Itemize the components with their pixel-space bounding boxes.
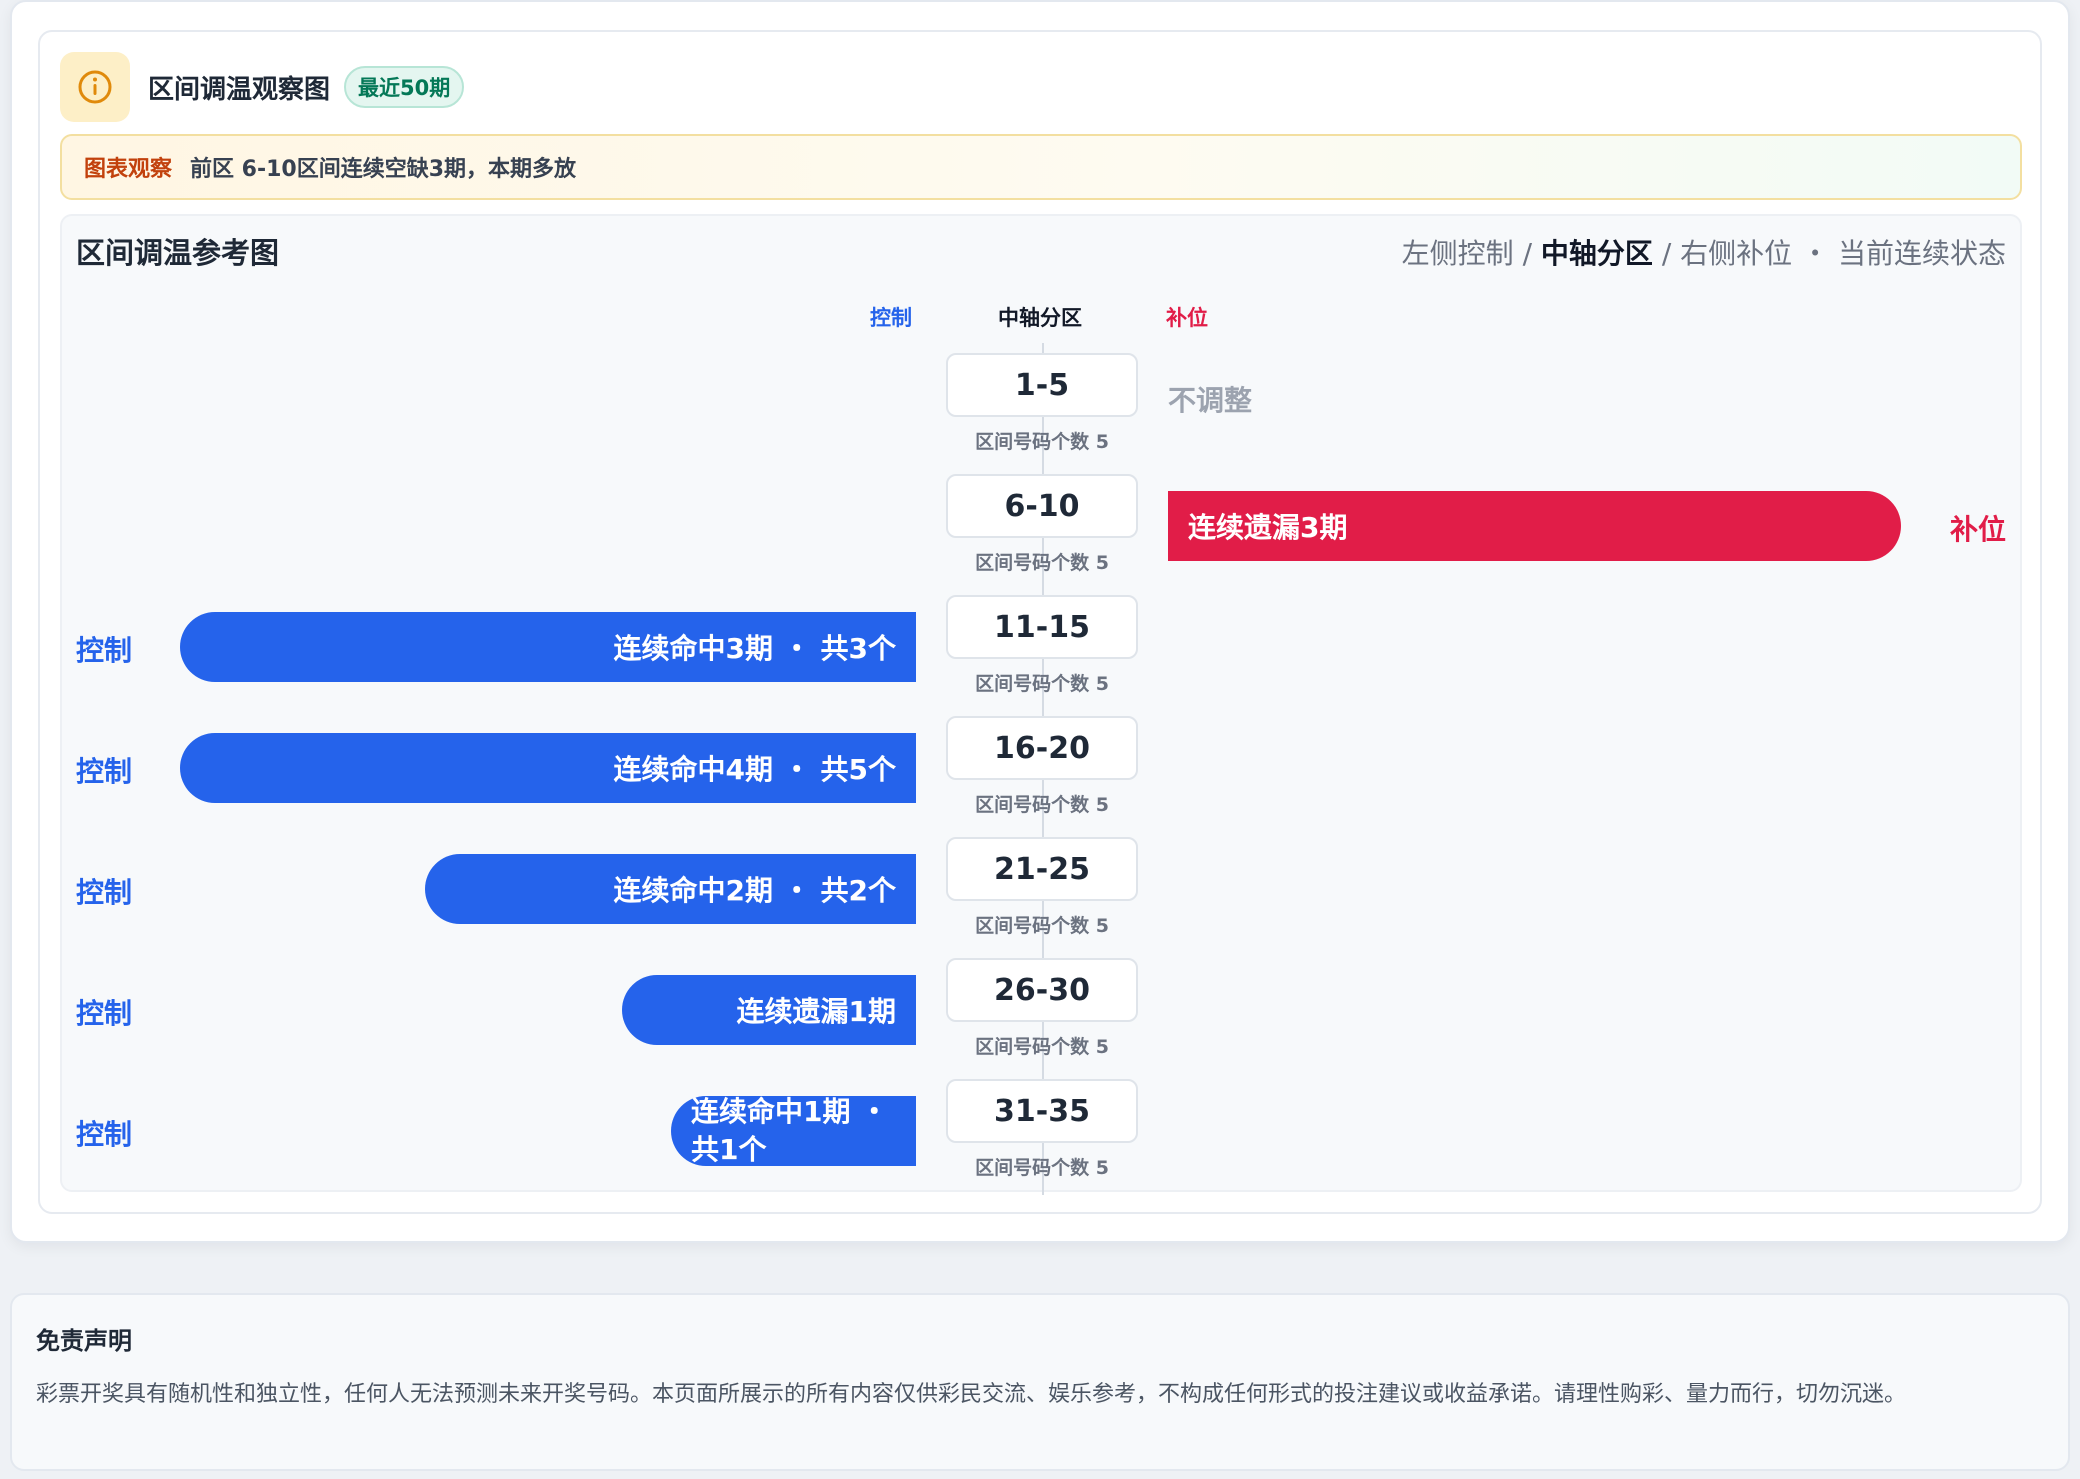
zone-label: 26-30 bbox=[946, 958, 1138, 1022]
observation-text: 前区 6-10区间连续空缺3期，本期多放 bbox=[190, 157, 577, 182]
col-head-control: 控制 bbox=[870, 306, 912, 330]
zone-label: 11-15 bbox=[946, 595, 1138, 659]
zone-count: 区间号码个数 5 bbox=[975, 794, 1109, 816]
fill-bar: 连续遗漏3期 bbox=[1168, 491, 1901, 561]
control-label: 控制 bbox=[76, 634, 133, 667]
legend-dot: ・ bbox=[1792, 237, 1838, 270]
observation-label: 图表观察 bbox=[84, 157, 173, 182]
zone-label: 16-20 bbox=[946, 716, 1138, 780]
legend-right: 右侧补位 bbox=[1680, 237, 1793, 270]
zone-count: 区间号码个数 5 bbox=[975, 673, 1109, 695]
zone-label: 1-5 bbox=[946, 353, 1138, 417]
disclaimer-text: 彩票开奖具有随机性和独立性，任何人无法预测未来开奖号码。本页面所展示的所有内容仅… bbox=[36, 1382, 1907, 1407]
zone-count: 区间号码个数 5 bbox=[975, 431, 1109, 453]
control-bar: 连续命中3期 ・ 共3个 bbox=[180, 612, 916, 682]
legend-sep: / bbox=[1652, 237, 1681, 270]
legend-sep: / bbox=[1513, 237, 1541, 270]
col-head-axis: 中轴分区 bbox=[998, 306, 1082, 330]
period-badge: 最近50期 bbox=[344, 66, 465, 108]
chart-title: 区间调温参考图 bbox=[76, 236, 280, 270]
control-bar: 连续遗漏1期 bbox=[622, 975, 916, 1045]
legend-mid: 中轴分区 bbox=[1540, 237, 1653, 270]
control-bar: 连续命中4期 ・ 共5个 bbox=[180, 733, 916, 803]
control-label: 控制 bbox=[76, 997, 133, 1030]
zone-count: 区间号码个数 5 bbox=[975, 552, 1109, 574]
chart-legend: 左侧控制 / 中轴分区 / 右侧补位 ・ 当前连续状态 bbox=[1402, 232, 2006, 272]
fill-label: 补位 bbox=[1949, 513, 2006, 546]
observation-banner: 图表观察 前区 6-10区间连续空缺3期，本期多放 bbox=[60, 134, 2022, 200]
panel-title: 区间调温观察图 bbox=[148, 74, 331, 105]
zone-label: 31-35 bbox=[946, 1079, 1138, 1143]
no-adjust-label: 不调整 bbox=[1168, 384, 1253, 417]
control-bar: 连续命中1期 ・ 共1个 bbox=[671, 1095, 916, 1166]
disclaimer-title: 免责声明 bbox=[36, 1327, 132, 1355]
control-label: 控制 bbox=[76, 755, 133, 788]
control-label: 控制 bbox=[76, 876, 133, 909]
zone-label: 6-10 bbox=[946, 474, 1138, 538]
col-head-fill: 补位 bbox=[1166, 306, 1208, 330]
zone-count: 区间号码个数 5 bbox=[975, 1036, 1109, 1058]
control-label: 控制 bbox=[76, 1118, 133, 1151]
legend-state: 当前连续状态 bbox=[1837, 237, 2006, 270]
control-bar: 连续命中2期 ・ 共2个 bbox=[425, 854, 916, 924]
zone-count: 区间号码个数 5 bbox=[975, 915, 1109, 937]
info-icon bbox=[60, 52, 130, 122]
panel-header: 区间调温观察图 最近50期 bbox=[60, 52, 465, 122]
zone-label: 21-25 bbox=[946, 837, 1138, 901]
legend-left: 左侧控制 bbox=[1401, 237, 1514, 270]
zone-count: 区间号码个数 5 bbox=[975, 1157, 1109, 1179]
disclaimer-card: 免责声明 彩票开奖具有随机性和独立性，任何人无法预测未来开奖号码。本页面所展示的… bbox=[10, 1293, 2070, 1471]
zone-chart: 区间调温参考图 左侧控制 / 中轴分区 / 右侧补位 ・ 当前连续状态 控制 中… bbox=[60, 214, 2022, 1195]
